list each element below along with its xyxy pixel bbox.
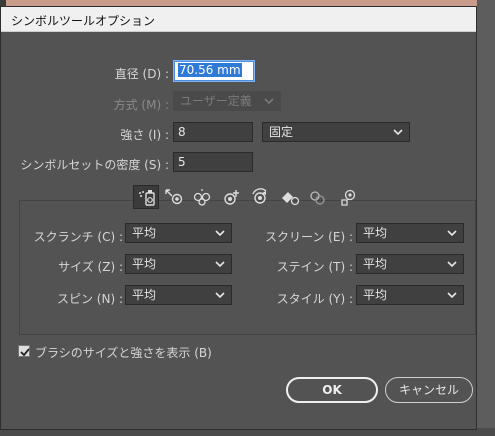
show-brush-label: ブラシのサイズと強さを表示 (B) xyxy=(35,346,212,360)
symbol-sprayer-icon[interactable] xyxy=(133,185,159,209)
scrunch-value: 平均 xyxy=(132,226,157,240)
density-field[interactable]: 5 xyxy=(173,152,253,172)
screen-value: 平均 xyxy=(363,226,388,240)
method-select: ユーザー定義 xyxy=(173,91,281,111)
chevron-down-icon xyxy=(446,289,458,301)
method-label: 方式 (M) : xyxy=(113,98,169,112)
diameter-label: 直径 (D) : xyxy=(114,67,169,81)
symbol-scruncher-icon[interactable] xyxy=(189,185,215,209)
intensity-value: 8 xyxy=(178,125,186,139)
symbol-screener-icon[interactable] xyxy=(305,185,331,209)
screen-label: スクリーン (E) : xyxy=(264,230,353,244)
chevron-down-icon xyxy=(392,126,404,138)
screen-select[interactable]: 平均 xyxy=(356,223,464,243)
symbol-shifter-icon[interactable] xyxy=(161,185,187,209)
symbol-styler-icon[interactable] xyxy=(335,185,361,209)
dialog-title: シンボルツールオプション xyxy=(11,14,156,28)
style-label: スタイル (Y) : xyxy=(276,292,353,306)
show-brush-checkbox[interactable] xyxy=(18,345,30,357)
style-select[interactable]: 平均 xyxy=(356,285,464,305)
size-label: サイズ (Z) : xyxy=(58,260,123,274)
method-value: ユーザー定義 xyxy=(180,94,252,108)
spin-value: 平均 xyxy=(132,288,157,302)
scrunch-label: スクランチ (C) : xyxy=(33,230,123,244)
size-select[interactable]: 平均 xyxy=(125,254,232,274)
stain-value: 平均 xyxy=(363,257,388,271)
symbol-stainer-icon[interactable] xyxy=(277,185,303,209)
symbol-tool-options-dialog: シンボルツールオプション 直径 (D) : 70.56 mm 方式 (M) : … xyxy=(0,6,477,430)
chevron-down-icon xyxy=(446,227,458,239)
chevron-down-icon xyxy=(446,258,458,270)
size-value: 平均 xyxy=(132,257,157,271)
spin-select[interactable]: 平均 xyxy=(125,285,232,305)
title-bar: シンボルツールオプション xyxy=(1,7,476,32)
diameter-field[interactable]: 70.56 mm xyxy=(174,61,254,81)
stain-label: ステイン (T) : xyxy=(276,260,353,274)
chevron-down-icon xyxy=(263,95,275,107)
chevron-down-icon xyxy=(214,258,226,270)
chevron-down-icon xyxy=(214,289,226,301)
checkmark-icon xyxy=(20,348,30,357)
symbol-tools-toolbar xyxy=(129,185,365,211)
stain-select[interactable]: 平均 xyxy=(356,254,464,274)
intensity-label: 強さ (I) : xyxy=(120,128,169,142)
ok-button[interactable]: OK xyxy=(286,377,378,403)
chevron-down-icon xyxy=(214,227,226,239)
diameter-value: 70.56 mm xyxy=(178,63,242,77)
intensity-field[interactable]: 8 xyxy=(173,122,253,142)
symbol-spinner-icon[interactable] xyxy=(247,185,273,209)
scrunch-select[interactable]: 平均 xyxy=(125,223,232,243)
density-label: シンボルセットの密度 (S) : xyxy=(20,158,169,172)
intensity-mode-select[interactable]: 固定 xyxy=(262,122,410,142)
style-value: 平均 xyxy=(363,288,388,302)
intensity-mode-value: 固定 xyxy=(269,125,294,139)
canvas-scroll-area xyxy=(477,0,495,436)
cancel-button[interactable]: キャンセル xyxy=(385,377,473,403)
density-value: 5 xyxy=(178,155,186,169)
spin-label: スピン (N) : xyxy=(56,292,123,306)
symbol-sizer-icon[interactable] xyxy=(219,185,245,209)
